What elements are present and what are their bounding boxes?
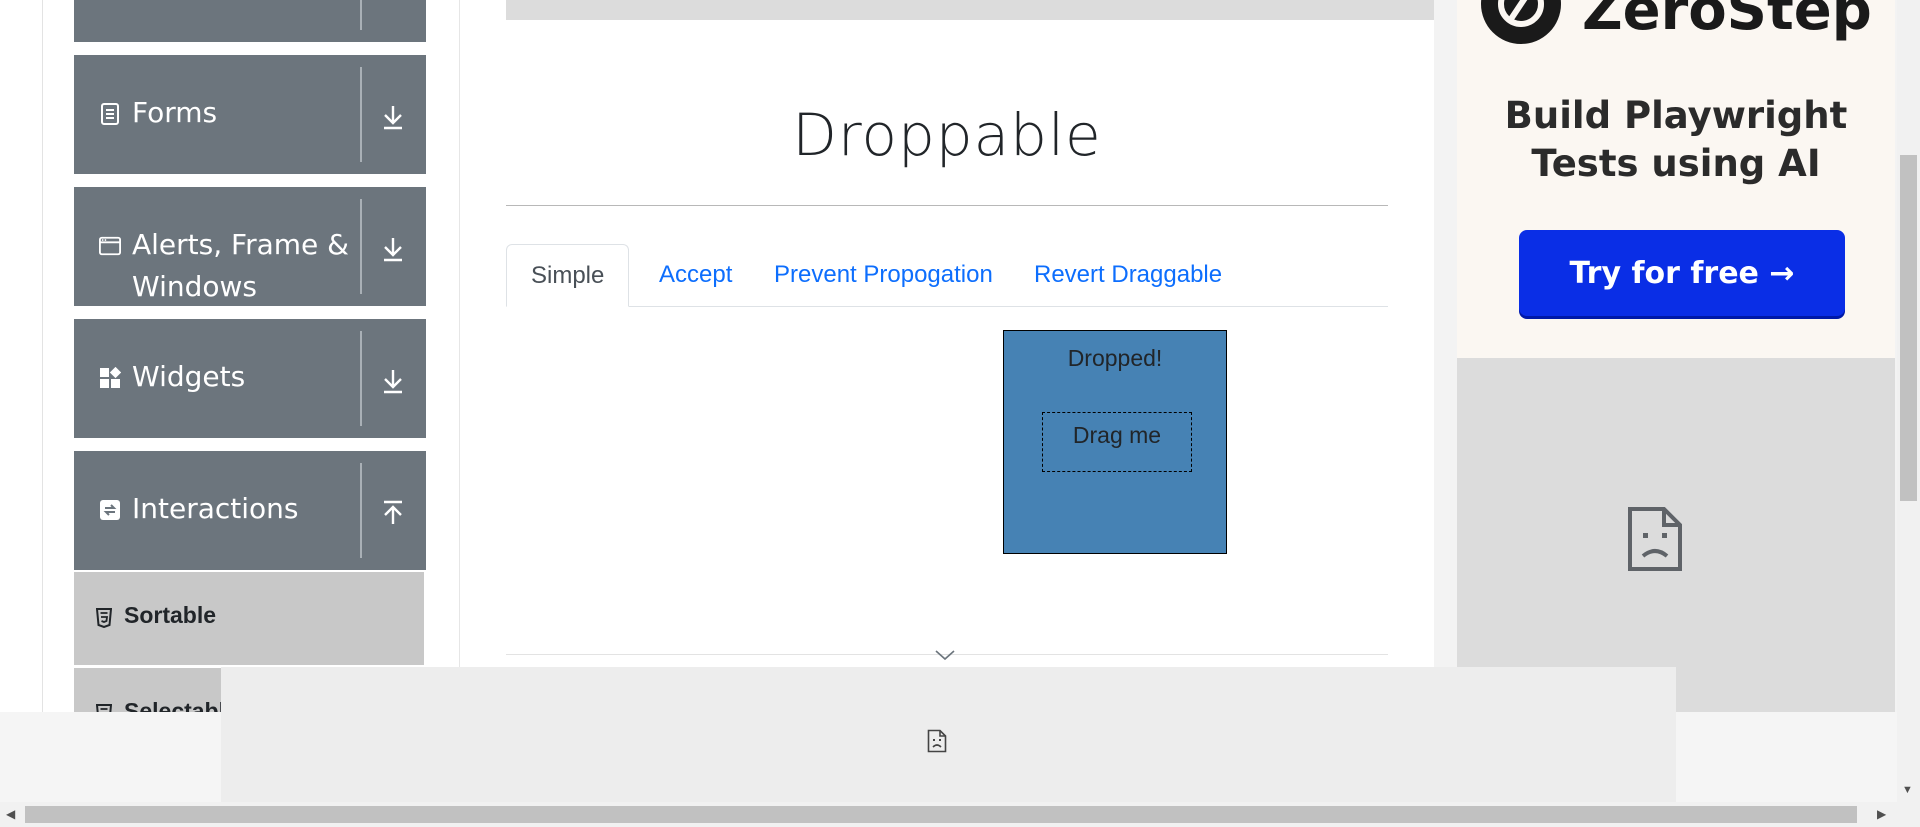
chevron-down-icon[interactable] — [376, 100, 410, 134]
ad-headline: Build Playwright Tests using AI — [1457, 92, 1895, 188]
group-separator — [360, 463, 362, 558]
sidebar-item-selectable[interactable]: Selectable — [74, 668, 221, 712]
chevron-up-icon[interactable] — [376, 496, 410, 530]
sidebar-group-elements[interactable] — [74, 0, 426, 42]
sidebar-group-label: Forms — [132, 96, 218, 129]
tab-accept[interactable]: Accept — [635, 244, 756, 306]
group-separator — [360, 199, 362, 294]
sidebar-item-sortable[interactable]: Sortable — [74, 572, 424, 665]
zerostep-logo-icon — [1481, 0, 1561, 44]
sidebar-group-widgets[interactable]: Widgets — [74, 319, 426, 438]
vertical-scrollbar[interactable]: ▼ — [1897, 0, 1920, 802]
html5-icon — [95, 608, 113, 633]
sidebar-left-border — [42, 0, 43, 712]
try-for-free-button[interactable]: Try for free → — [1519, 230, 1845, 316]
group-separator — [360, 331, 362, 426]
sidebar-group-alerts-frame-windows[interactable]: Alerts, Frame & Windows — [74, 187, 426, 306]
horizontal-scroll-thumb[interactable] — [25, 806, 1857, 823]
vertical-scroll-thumb[interactable] — [1900, 155, 1917, 501]
sidebar-item-label: Sortable — [124, 602, 217, 628]
top-banner-strip — [506, 0, 1434, 20]
scroll-down-arrow-icon[interactable]: ▼ — [1902, 784, 1913, 796]
sidebar-group-label-line2: Windows — [132, 270, 257, 303]
bottom-ad-banner — [221, 667, 1676, 802]
tab-bar: Simple Accept Prevent Propogation Revert… — [506, 244, 1388, 307]
ad-headline-line1: Build Playwright — [1504, 94, 1848, 137]
page-title: Droppable — [792, 101, 1102, 169]
widgets-grid-icon — [99, 367, 121, 389]
ad-zerostep[interactable]: ZeroStep Build Playwright Tests using AI… — [1457, 0, 1895, 358]
chevron-down-icon[interactable] — [376, 232, 410, 266]
tab-prevent-propogation[interactable]: Prevent Propogation — [750, 244, 1017, 306]
chevron-down-icon[interactable] — [376, 364, 410, 398]
ad-brand: ZeroStep — [1582, 0, 1872, 43]
broken-image-icon — [1627, 506, 1683, 577]
droppable-label: Dropped! — [1067, 345, 1163, 371]
sidebar-group-label: Alerts, Frame & — [132, 228, 350, 261]
html5-icon — [95, 704, 113, 712]
form-document-icon — [99, 103, 121, 125]
sidebar-item-label: Selectable — [124, 698, 221, 712]
ad-broken-image — [1457, 358, 1895, 712]
ad-headline-line2: Tests using AI — [1531, 142, 1821, 185]
chevron-down-icon — [935, 648, 955, 666]
group-separator — [360, 0, 362, 30]
tab-simple[interactable]: Simple — [506, 244, 630, 307]
droppable-target[interactable]: Dropped! Drag me — [1003, 330, 1227, 554]
scrollbar-corner — [1897, 802, 1920, 827]
window-icon — [99, 235, 121, 257]
sidebar-group-interactions[interactable]: Interactions — [74, 451, 426, 570]
scroll-left-arrow-icon[interactable]: ◀ — [6, 807, 15, 821]
scroll-right-arrow-icon[interactable]: ▶ — [1877, 807, 1886, 821]
sidebar-right-border — [459, 0, 460, 667]
sidebar-group-label: Interactions — [132, 492, 299, 525]
interactions-swap-icon — [99, 499, 121, 521]
group-separator — [360, 67, 362, 162]
broken-image-icon — [927, 729, 947, 758]
sidebar-group-forms[interactable]: Forms — [74, 55, 426, 174]
sidebar-group-label: Widgets — [132, 360, 246, 393]
tab-revert-draggable[interactable]: Revert Draggable — [1010, 244, 1246, 306]
horizontal-scrollbar[interactable]: ◀ ▶ — [0, 802, 1897, 827]
draggable-box[interactable]: Drag me — [1042, 412, 1192, 472]
title-divider — [506, 205, 1388, 206]
